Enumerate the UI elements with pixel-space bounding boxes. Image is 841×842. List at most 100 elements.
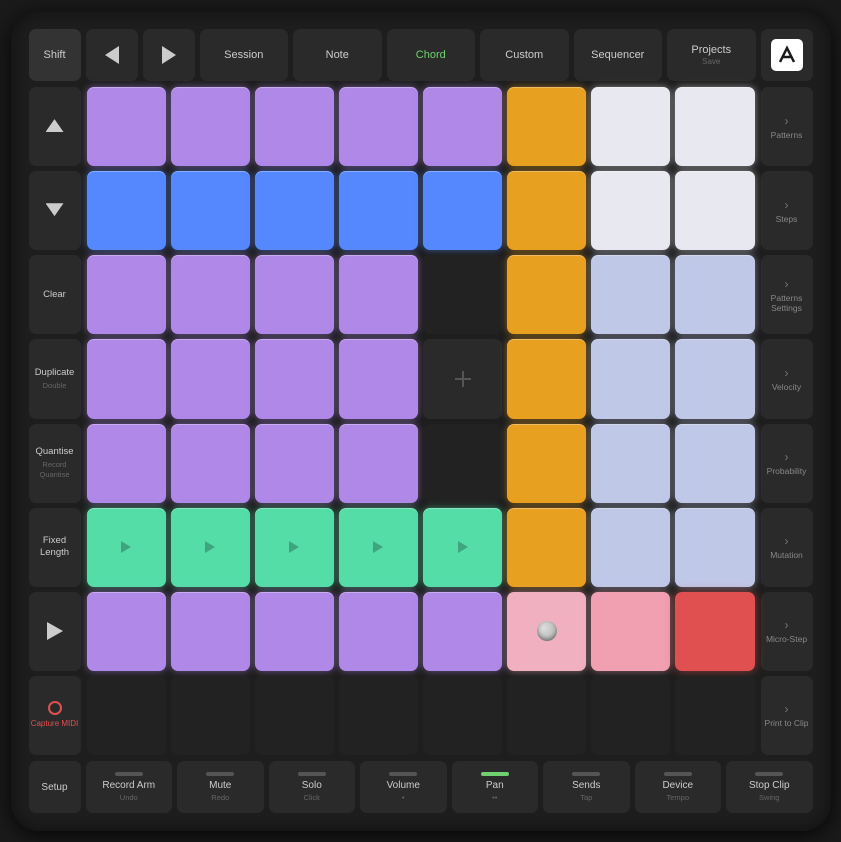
pad-0-3[interactable]	[339, 87, 418, 166]
device-button[interactable]: Device Tempo	[635, 761, 722, 813]
pattern-settings-button[interactable]: › Patterns Settings	[761, 255, 813, 334]
pad-3-7[interactable]	[675, 339, 754, 418]
pad-7-7[interactable]	[675, 676, 754, 755]
pad-7-4[interactable]	[423, 676, 502, 755]
pad-5-1[interactable]	[171, 508, 250, 587]
pad-7-2[interactable]	[255, 676, 334, 755]
pad-1-7[interactable]	[675, 171, 754, 250]
pad-2-7[interactable]	[675, 255, 754, 334]
pad-3-4[interactable]	[423, 339, 502, 418]
pad-7-1[interactable]	[171, 676, 250, 755]
pad-2-4[interactable]	[423, 255, 502, 334]
pad-0-0[interactable]	[87, 87, 166, 166]
pad-2-6[interactable]	[591, 255, 670, 334]
shift-button[interactable]: Shift	[29, 29, 81, 81]
record-arm-button[interactable]: Record Arm Undo	[86, 761, 173, 813]
pad-4-5[interactable]	[507, 424, 586, 503]
quantise-button[interactable]: Quantise Record Quantise	[29, 424, 81, 503]
pad-0-2[interactable]	[255, 87, 334, 166]
print-to-clip-button[interactable]: › Print to Clip	[761, 676, 813, 755]
pad-7-3[interactable]	[339, 676, 418, 755]
pad-3-5[interactable]	[507, 339, 586, 418]
pad-6-7[interactable]	[675, 592, 754, 671]
custom-button[interactable]: Custom	[480, 29, 569, 81]
pad-4-0[interactable]	[87, 424, 166, 503]
mute-button[interactable]: Mute Redo	[177, 761, 264, 813]
pad-6-1[interactable]	[171, 592, 250, 671]
pad-1-2[interactable]	[255, 171, 334, 250]
pad-4-1[interactable]	[171, 424, 250, 503]
pad-3-1[interactable]	[171, 339, 250, 418]
play-button[interactable]	[29, 592, 81, 671]
pad-7-5[interactable]	[507, 676, 586, 755]
pad-7-0[interactable]	[87, 676, 166, 755]
pad-3-6[interactable]	[591, 339, 670, 418]
pad-4-4[interactable]	[423, 424, 502, 503]
pad-0-6[interactable]	[591, 87, 670, 166]
pad-3-3[interactable]	[339, 339, 418, 418]
pad-5-3[interactable]	[339, 508, 418, 587]
pad-2-3[interactable]	[339, 255, 418, 334]
stop-clip-button[interactable]: Stop Clip Swing	[726, 761, 813, 813]
micro-step-button[interactable]: › Micro-Step	[761, 592, 813, 671]
patterns-button[interactable]: › Patterns	[761, 87, 813, 166]
up-button[interactable]	[29, 87, 81, 166]
fixed-length-button[interactable]: Fixed Length	[29, 508, 81, 587]
pad-1-0[interactable]	[87, 171, 166, 250]
pad-4-7[interactable]	[675, 424, 754, 503]
pad-5-6[interactable]	[591, 508, 670, 587]
forward-button[interactable]	[143, 29, 195, 81]
pad-3-2[interactable]	[255, 339, 334, 418]
pad-1-3[interactable]	[339, 171, 418, 250]
pad-6-3[interactable]	[339, 592, 418, 671]
pad-1-1[interactable]	[171, 171, 250, 250]
mutation-button[interactable]: › Mutation	[761, 508, 813, 587]
down-button[interactable]	[29, 171, 81, 250]
pad-0-7[interactable]	[675, 87, 754, 166]
pad-2-2[interactable]	[255, 255, 334, 334]
pad-5-4[interactable]	[423, 508, 502, 587]
pad-6-0[interactable]	[87, 592, 166, 671]
pad-3-0[interactable]	[87, 339, 166, 418]
sequencer-button[interactable]: Sequencer	[574, 29, 663, 81]
velocity-button[interactable]: › Velocity	[761, 339, 813, 418]
pad-6-6[interactable]	[591, 592, 670, 671]
pad-5-5[interactable]	[507, 508, 586, 587]
capture-midi-button[interactable]: Capture MIDI	[29, 676, 81, 755]
pan-button[interactable]: Pan ••	[452, 761, 539, 813]
pad-0-5[interactable]	[507, 87, 586, 166]
pad-2-1[interactable]	[171, 255, 250, 334]
session-button[interactable]: Session	[200, 29, 289, 81]
pad-6-2[interactable]	[255, 592, 334, 671]
pad-6-5[interactable]	[507, 592, 586, 671]
solo-button[interactable]: Solo Click	[269, 761, 356, 813]
mute-indicator	[206, 772, 234, 776]
projects-button[interactable]: Projects Save	[667, 29, 756, 81]
volume-button[interactable]: Volume •	[360, 761, 447, 813]
pad-0-4[interactable]	[423, 87, 502, 166]
pad-1-6[interactable]	[591, 171, 670, 250]
chord-button[interactable]: Chord	[387, 29, 476, 81]
pad-7-6[interactable]	[591, 676, 670, 755]
pad-1-4[interactable]	[423, 171, 502, 250]
pad-1-5[interactable]	[507, 171, 586, 250]
note-button[interactable]: Note	[293, 29, 382, 81]
steps-button[interactable]: › Steps	[761, 171, 813, 250]
pad-5-2[interactable]	[255, 508, 334, 587]
probability-button[interactable]: › Probability	[761, 424, 813, 503]
logo-button[interactable]	[761, 29, 813, 81]
pad-4-3[interactable]	[339, 424, 418, 503]
pad-2-0[interactable]	[87, 255, 166, 334]
clear-button[interactable]: Clear	[29, 255, 81, 334]
pad-2-5[interactable]	[507, 255, 586, 334]
pad-4-6[interactable]	[591, 424, 670, 503]
pad-5-0[interactable]	[87, 508, 166, 587]
pad-6-4[interactable]	[423, 592, 502, 671]
setup-button[interactable]: Setup	[29, 761, 81, 813]
pad-0-1[interactable]	[171, 87, 250, 166]
back-button[interactable]	[86, 29, 138, 81]
duplicate-button[interactable]: Duplicate Double	[29, 339, 81, 418]
pad-4-2[interactable]	[255, 424, 334, 503]
sends-button[interactable]: Sends Tap	[543, 761, 630, 813]
pad-5-7[interactable]	[675, 508, 754, 587]
